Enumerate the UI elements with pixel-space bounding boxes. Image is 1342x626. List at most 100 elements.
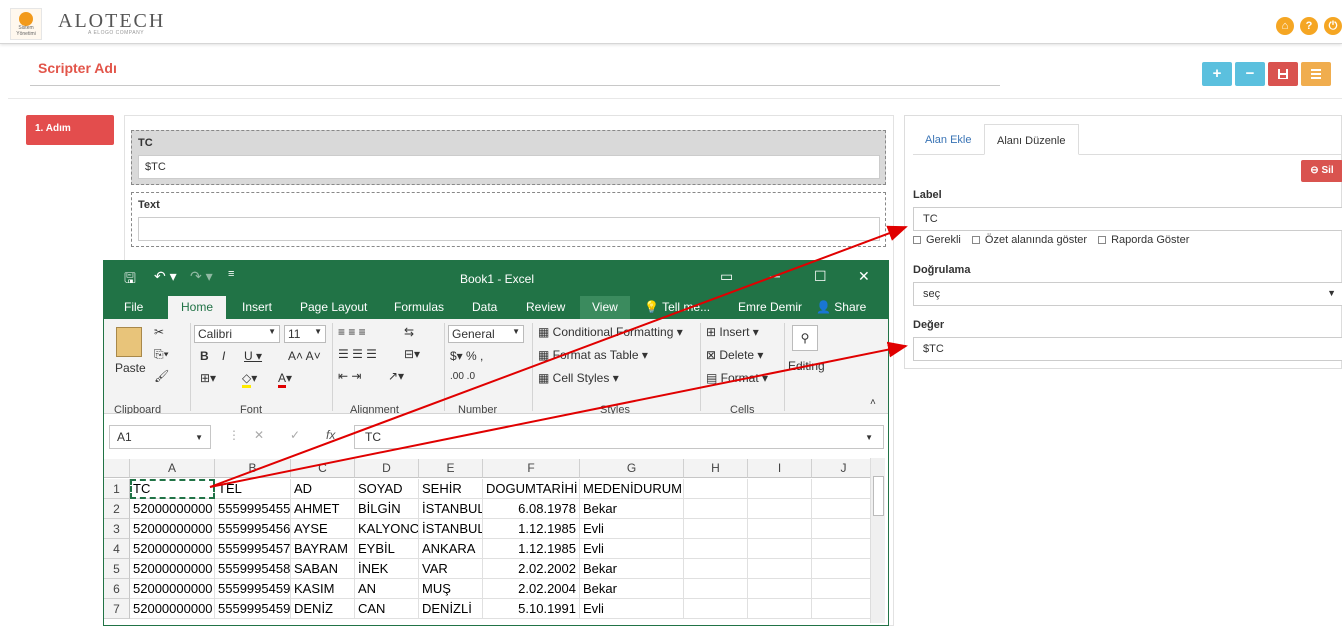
table-cell[interactable]: AD xyxy=(291,479,355,499)
scroll-thumb[interactable] xyxy=(873,476,884,516)
table-cell[interactable]: KASIM xyxy=(291,579,355,599)
tab-file[interactable]: File xyxy=(124,300,143,314)
table-cell[interactable] xyxy=(684,599,748,619)
label-input[interactable]: TC xyxy=(913,207,1342,231)
table-cell[interactable]: 52000000000 xyxy=(130,579,215,599)
table-cell[interactable]: BİLGİN xyxy=(355,499,419,519)
step-1-button[interactable]: 1. Adım xyxy=(26,115,114,145)
tab-edit-field[interactable]: Alanı Düzenle xyxy=(984,124,1079,155)
maximize-icon[interactable]: ☐ xyxy=(814,268,827,285)
column-header[interactable]: J xyxy=(812,459,876,478)
decimal-icon[interactable]: .00 .0 xyxy=(450,371,475,382)
table-cell[interactable] xyxy=(812,559,876,579)
report-checkbox[interactable]: Raporda Göster xyxy=(1098,234,1189,246)
row-header[interactable]: 6 xyxy=(104,579,130,599)
row-header[interactable]: 2 xyxy=(104,499,130,519)
tab-page-layout[interactable]: Page Layout xyxy=(300,300,367,314)
table-cell[interactable]: AN xyxy=(355,579,419,599)
table-cell[interactable] xyxy=(748,499,812,519)
cell-styles-button[interactable]: ▦ Cell Styles ▾ xyxy=(538,371,619,385)
table-cell[interactable]: Evli xyxy=(580,519,684,539)
table-cell[interactable] xyxy=(748,579,812,599)
indent-icon[interactable]: ⇤ ⇥ xyxy=(338,369,361,383)
tab-insert[interactable]: Insert xyxy=(242,300,272,314)
power-icon[interactable]: ⏻ xyxy=(1324,17,1342,35)
borders-icon[interactable]: ⊞▾ xyxy=(200,371,216,385)
row-header[interactable]: 5 xyxy=(104,559,130,579)
table-cell[interactable] xyxy=(812,539,876,559)
spreadsheet-grid[interactable]: ABCDEFGHIJ 1 TC TEL AD SOYAD SEHİR DOGUMTARİHİ… xyxy=(104,458,888,625)
app-logo[interactable]: Sistem Yönetimi xyxy=(10,8,42,40)
tab-add-field[interactable]: Alan Ekle xyxy=(913,124,983,155)
format-as-table-button[interactable]: ▦ Format as Table ▾ xyxy=(538,348,648,362)
table-cell[interactable]: BAYRAM xyxy=(291,539,355,559)
table-cell[interactable]: SEHİR xyxy=(419,479,483,499)
table-cell[interactable]: MUŞ xyxy=(419,579,483,599)
minimize-icon[interactable]: ─ xyxy=(770,268,780,284)
table-cell[interactable]: DENİZLİ xyxy=(419,599,483,619)
form-field-tc[interactable]: TC $TC xyxy=(131,130,886,185)
format-cells-button[interactable]: ▤ Format ▾ xyxy=(706,371,768,385)
tab-formulas[interactable]: Formulas xyxy=(394,300,444,314)
tab-home[interactable]: Home xyxy=(168,296,226,319)
orientation-icon[interactable]: ↗▾ xyxy=(388,369,404,383)
row-header[interactable]: 1 xyxy=(104,479,130,499)
table-cell[interactable]: Bekar xyxy=(580,499,684,519)
field-input[interactable] xyxy=(138,217,880,241)
table-cell[interactable] xyxy=(684,579,748,599)
format-painter-icon[interactable]: 🖌 xyxy=(154,369,169,383)
ribbon-display-icon[interactable]: ▭ xyxy=(720,268,733,285)
table-cell[interactable]: VAR xyxy=(419,559,483,579)
delete-button[interactable]: ⊖ Sil xyxy=(1301,160,1342,182)
table-cell[interactable]: 52000000000 xyxy=(130,559,215,579)
paste-button[interactable]: Paste xyxy=(115,361,146,375)
table-cell[interactable]: 1.12.1985 xyxy=(483,519,580,539)
table-cell[interactable]: TEL xyxy=(215,479,291,499)
formula-input[interactable]: TC ▼ xyxy=(354,425,884,449)
table-cell[interactable] xyxy=(812,599,876,619)
table-cell[interactable]: ANKARA xyxy=(419,539,483,559)
column-header[interactable]: C xyxy=(291,459,355,478)
insert-cells-button[interactable]: ⊞ Insert ▾ xyxy=(706,325,759,339)
vertical-scrollbar[interactable] xyxy=(870,458,885,623)
column-header[interactable]: E xyxy=(419,459,483,478)
tab-view[interactable]: View xyxy=(592,300,618,314)
table-cell[interactable]: Evli xyxy=(580,539,684,559)
table-cell[interactable]: DENİZ xyxy=(291,599,355,619)
help-icon[interactable]: ? xyxy=(1300,17,1318,35)
column-header[interactable]: H xyxy=(684,459,748,478)
name-box[interactable]: A1 ▼ xyxy=(109,425,211,449)
merge-icon[interactable]: ⊟▾ xyxy=(404,347,420,361)
table-cell[interactable]: İSTANBUL xyxy=(419,519,483,539)
row-header[interactable]: 3 xyxy=(104,519,130,539)
tell-me-search[interactable]: 💡 Tell me... xyxy=(644,300,710,314)
tab-review[interactable]: Review xyxy=(526,300,565,314)
select-all-corner[interactable] xyxy=(104,459,130,478)
close-icon[interactable]: ✕ xyxy=(858,268,870,285)
table-cell[interactable]: MEDENİDURUM xyxy=(580,479,684,499)
function-icon[interactable]: fx xyxy=(326,428,335,442)
row-header[interactable]: 4 xyxy=(104,539,130,559)
table-cell[interactable]: 52000000000 xyxy=(130,599,215,619)
table-cell[interactable] xyxy=(684,559,748,579)
cut-icon[interactable]: ✂ xyxy=(154,325,164,339)
table-cell[interactable] xyxy=(684,519,748,539)
delete-cells-button[interactable]: ⊠ Delete ▾ xyxy=(706,348,763,362)
font-size-select[interactable]: 11 ▼ xyxy=(284,325,326,343)
share-button[interactable]: 👤 Share xyxy=(816,300,866,314)
table-cell[interactable] xyxy=(748,519,812,539)
align-top-icon[interactable]: ≡ ≡ ≡ xyxy=(338,325,366,339)
table-cell[interactable]: 5.10.1991 xyxy=(483,599,580,619)
table-cell[interactable]: 5559995457 xyxy=(215,539,291,559)
grow-font-button[interactable]: A˄ A˅ xyxy=(288,349,321,363)
align-left-icon[interactable]: ☰ ☰ ☰ xyxy=(338,347,377,361)
underline-button[interactable]: U ▾ xyxy=(244,349,262,363)
table-cell[interactable]: KALYONCU xyxy=(355,519,419,539)
table-cell[interactable]: Evli xyxy=(580,599,684,619)
table-cell[interactable] xyxy=(748,599,812,619)
collapse-ribbon-icon[interactable]: ˄ xyxy=(870,397,876,408)
table-cell[interactable]: 1.12.1985 xyxy=(483,539,580,559)
summary-checkbox[interactable]: Özet alanında göster xyxy=(971,234,1087,246)
column-header[interactable]: F xyxy=(483,459,580,478)
editing-button[interactable]: Editing xyxy=(788,359,825,373)
